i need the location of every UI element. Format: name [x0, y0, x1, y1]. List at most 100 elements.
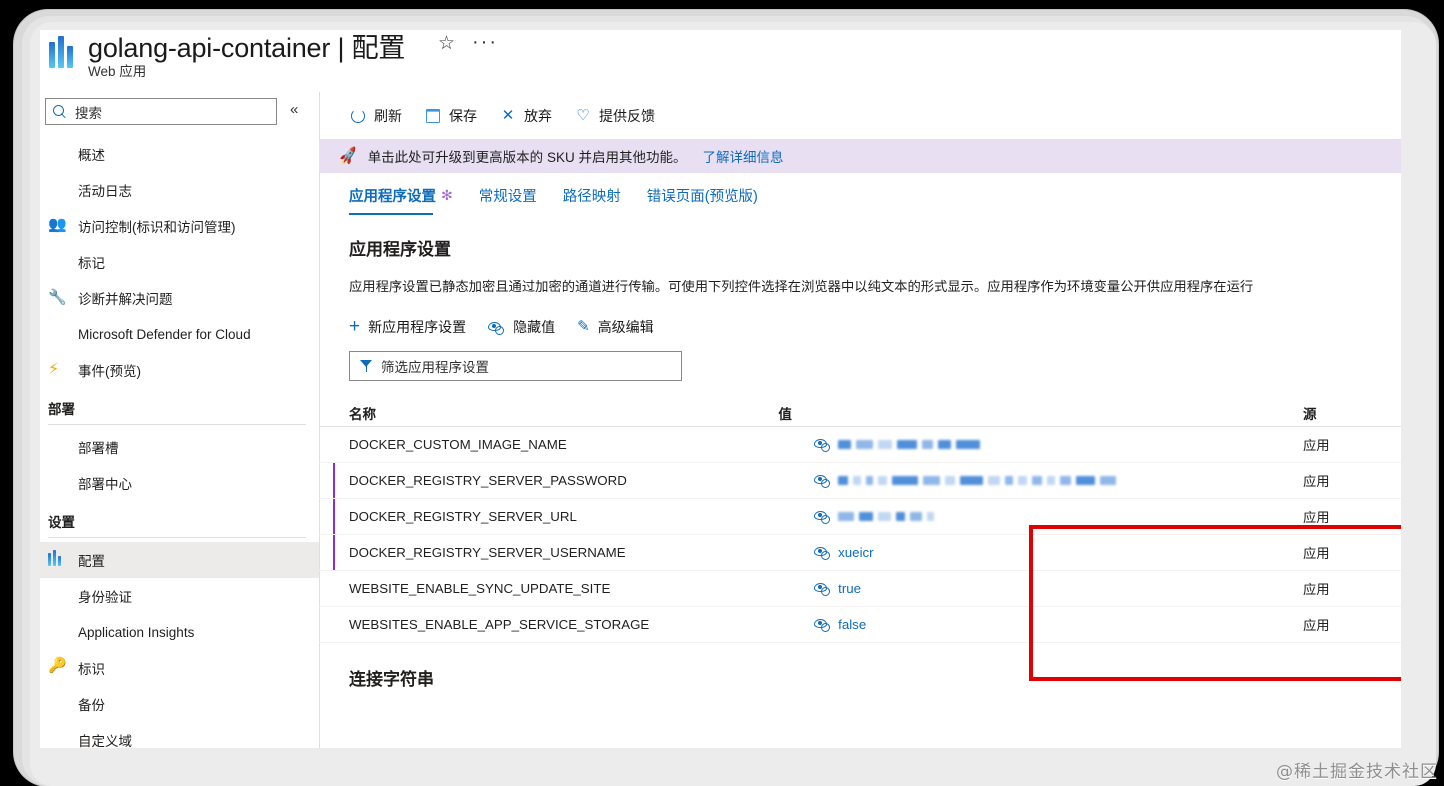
banner-learn-more-link[interactable]: 了解详细信息	[702, 146, 783, 166]
save-button[interactable]: 保存	[424, 106, 477, 126]
connection-strings-title: 连接字符串	[349, 670, 434, 689]
identity-icon: 🔑	[48, 657, 67, 674]
sidebar-item-label: 部署槽	[78, 441, 119, 456]
bolt-icon: ⚡	[48, 361, 60, 378]
wrench-icon: 🔧	[48, 289, 67, 306]
setting-source: 应用	[1303, 474, 1330, 489]
eye-slash-icon[interactable]	[814, 546, 831, 560]
sidebar-item-configuration[interactable]: 配置	[40, 542, 319, 578]
table-row[interactable]: WEBSITE_ENABLE_SYNC_UPDATE_SITE true 应用	[319, 571, 1401, 607]
sidebar-item-custom-domains[interactable]: 自定义域	[40, 722, 319, 748]
filter-icon	[360, 359, 373, 373]
table-row[interactable]: WEBSITES_ENABLE_APP_SERVICE_STORAGE fals…	[319, 607, 1401, 643]
sidebar-item-tags[interactable]: 标记	[40, 244, 319, 280]
setting-value-cell[interactable]	[778, 510, 1303, 524]
command-bar: 刷新 保存 ✕ 放弃 ♡ 提供反馈	[319, 92, 1401, 139]
sidebar-settings-list: 配置 身份验证 Application Insights 🔑 标识 备份 自定义…	[40, 542, 319, 748]
collapse-sidebar-icon[interactable]: «	[290, 102, 298, 117]
setting-value-cell[interactable]: false	[778, 617, 1303, 632]
feedback-button[interactable]: ♡ 提供反馈	[574, 106, 655, 126]
sidebar-item-backups[interactable]: 备份	[40, 686, 319, 722]
column-header-name[interactable]: 名称	[349, 403, 778, 423]
setting-name: DOCKER_REGISTRY_SERVER_PASSWORD	[349, 473, 627, 488]
sidebar-item-identity[interactable]: 🔑 标识	[40, 650, 319, 686]
column-header-source[interactable]: 源	[1303, 403, 1401, 423]
more-options-icon[interactable]: ···	[472, 32, 498, 52]
sidebar-divider	[48, 424, 306, 425]
main-content: 刷新 保存 ✕ 放弃 ♡ 提供反馈 🚀 单击此处可升级到更高版本的 SKU 并启…	[319, 92, 1401, 748]
tab-path-mappings[interactable]: 路径映射	[563, 185, 621, 215]
sidebar-item-application-insights[interactable]: Application Insights	[40, 614, 319, 650]
table-header-row: 名称 值 源	[319, 399, 1401, 427]
setting-value-cell[interactable]	[778, 438, 1303, 452]
tab-application-settings[interactable]: 应用程序设置 ✻	[349, 185, 453, 215]
setting-value-cell[interactable]	[778, 474, 1303, 488]
setting-name: DOCKER_CUSTOM_IMAGE_NAME	[349, 437, 567, 452]
globe-icon	[48, 144, 68, 164]
eye-slash-icon[interactable]	[814, 438, 831, 452]
discard-label: 放弃	[524, 107, 552, 124]
table-row[interactable]: DOCKER_REGISTRY_SERVER_USERNAME xueicr 应…	[319, 535, 1401, 571]
redacted-value	[838, 476, 1117, 485]
backup-icon	[48, 694, 68, 714]
sidebar-item-deployment-slots[interactable]: 部署槽	[40, 429, 319, 465]
sidebar-item-activity-log[interactable]: 活动日志	[40, 172, 319, 208]
new-application-setting-button[interactable]: + 新应用程序设置	[349, 317, 466, 337]
table-row[interactable]: DOCKER_REGISTRY_SERVER_PASSWORD 应用	[319, 463, 1401, 499]
setting-source: 应用	[1303, 582, 1330, 597]
setting-value-cell[interactable]: xueicr	[778, 545, 1303, 560]
table-row[interactable]: DOCKER_REGISTRY_SERVER_URL 应用	[319, 499, 1401, 535]
sidebar-item-label: Microsoft Defender for Cloud	[78, 326, 251, 342]
setting-name: DOCKER_REGISTRY_SERVER_URL	[349, 509, 577, 524]
redacted-value	[838, 512, 935, 521]
sidebar-item-defender[interactable]: Microsoft Defender for Cloud	[40, 316, 319, 352]
setting-value: false	[838, 617, 867, 632]
close-icon: ✕	[501, 106, 515, 124]
tag-icon	[48, 252, 68, 272]
eye-slash-icon[interactable]	[814, 618, 831, 632]
favorite-star-icon[interactable]: ☆	[438, 34, 455, 53]
settings-action-bar: + 新应用程序设置 隐藏值 ✎ 高级编辑	[319, 295, 1401, 337]
deployment-center-icon	[48, 473, 68, 493]
hide-values-label: 隐藏值	[513, 319, 556, 335]
refresh-button[interactable]: 刷新	[349, 106, 402, 126]
watermark: @稀土掘金技术社区	[1276, 762, 1438, 782]
column-header-value[interactable]: 值	[778, 403, 1303, 423]
sidebar-item-label: 部署中心	[78, 477, 132, 492]
tab-general-settings[interactable]: 常规设置	[479, 185, 537, 215]
blade-header: golang-api-container | 配置 Web 应用 ☆ ···	[40, 30, 1401, 92]
sidebar-item-overview[interactable]: 概述	[40, 136, 319, 172]
tab-label: 路径映射	[562, 189, 621, 205]
sidebar-item-label: 自定义域	[78, 734, 132, 748]
filter-placeholder: 筛选应用程序设置	[381, 360, 489, 375]
custom-domain-icon	[48, 730, 68, 748]
search-input[interactable]: 搜索	[45, 98, 277, 125]
setting-source: 应用	[1303, 618, 1330, 633]
sidebar-item-deployment-center[interactable]: 部署中心	[40, 465, 319, 501]
sidebar-item-label: 备份	[78, 698, 105, 713]
search-icon	[53, 104, 67, 119]
setting-value-cell[interactable]: true	[778, 581, 1303, 596]
sidebar-item-label: 诊断并解决问题	[78, 292, 173, 307]
sidebar: 搜索 « 概述 活动日志 👥 访问控制(标识和访问管理) 标记 🔧 诊断并解决问…	[40, 92, 319, 748]
sidebar-deploy-list: 部署槽 部署中心	[40, 429, 319, 501]
tab-label: 应用程序设置	[349, 189, 436, 205]
redacted-value	[838, 440, 981, 449]
access-control-icon: 👥	[48, 216, 67, 233]
filter-input[interactable]: 筛选应用程序设置	[349, 351, 682, 381]
table-row[interactable]: DOCKER_CUSTOM_IMAGE_NAME 应用	[319, 427, 1401, 463]
sidebar-item-events[interactable]: ⚡ 事件(预览)	[40, 352, 319, 388]
discard-button[interactable]: ✕ 放弃	[499, 106, 552, 126]
tab-error-pages[interactable]: 错误页面(预览版)	[647, 185, 758, 215]
advanced-edit-button[interactable]: ✎ 高级编辑	[577, 317, 654, 337]
sidebar-item-diagnose[interactable]: 🔧 诊断并解决问题	[40, 280, 319, 316]
heart-icon: ♡	[576, 106, 590, 124]
eye-slash-icon[interactable]	[814, 474, 831, 488]
hide-values-button[interactable]: 隐藏值	[488, 317, 555, 337]
eye-slash-icon[interactable]	[814, 582, 831, 596]
sidebar-item-access-control[interactable]: 👥 访问控制(标识和访问管理)	[40, 208, 319, 244]
upgrade-banner[interactable]: 🚀 单击此处可升级到更高版本的 SKU 并启用其他功能。 了解详细信息	[319, 139, 1401, 173]
eye-slash-icon[interactable]	[814, 510, 831, 524]
sidebar-item-authentication[interactable]: 身份验证	[40, 578, 319, 614]
sidebar-group-settings-title: 设置	[48, 515, 75, 530]
